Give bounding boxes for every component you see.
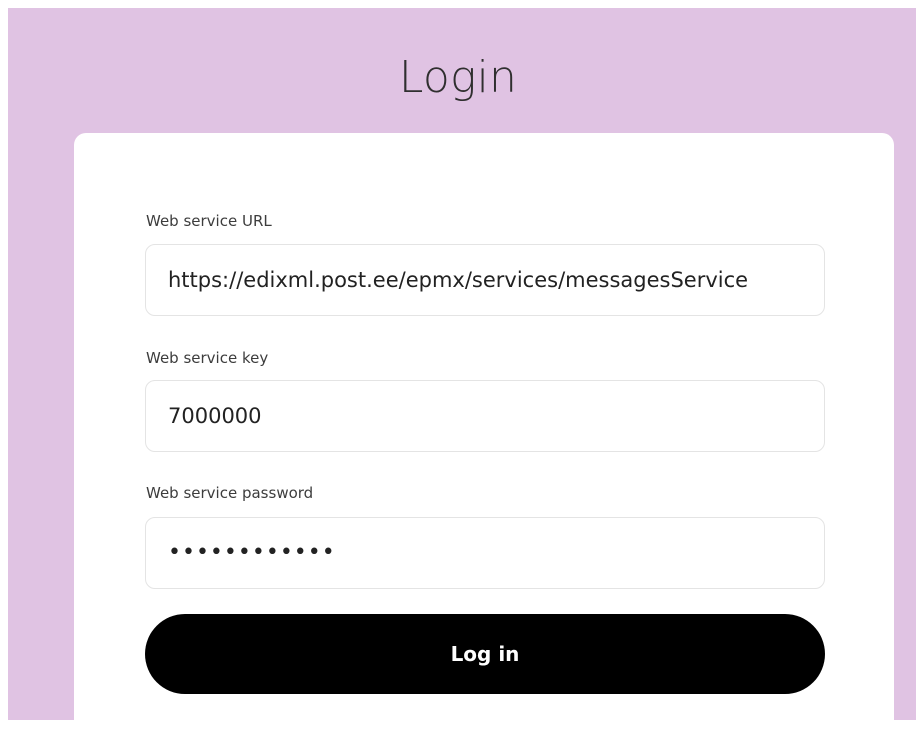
page-title: Login — [398, 52, 518, 103]
web-service-url-input[interactable]: https://edixml.post.ee/epmx/services/mes… — [145, 244, 825, 316]
web-service-key-label: Web service key — [146, 349, 269, 367]
login-button[interactable]: Log in — [145, 614, 825, 694]
web-service-key-input[interactable]: 7000000 — [145, 380, 825, 452]
login-card: Web service URL https://edixml.post.ee/e… — [74, 133, 894, 733]
web-service-password-label: Web service password — [146, 484, 314, 502]
web-service-key-value: 7000000 — [168, 404, 262, 428]
web-service-password-input[interactable]: •••••••••••• — [145, 517, 825, 589]
web-service-password-value: •••••••••••• — [168, 540, 336, 565]
web-service-url-value: https://edixml.post.ee/epmx/services/mes… — [168, 268, 749, 292]
web-service-url-label: Web service URL — [146, 212, 272, 230]
